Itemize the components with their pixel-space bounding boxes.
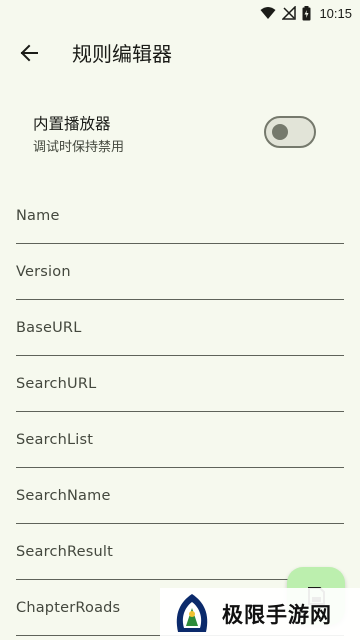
status-bar: 10:15 [0,0,360,26]
setting-title: 内置播放器 [33,115,111,133]
watermark: 极限手游网 [160,588,360,640]
status-time: 10:15 [319,5,352,21]
arrow-back-icon [20,44,38,62]
field-label: SearchResult [16,544,114,560]
field-label: Version [16,264,71,280]
page-title: 规则编辑器 [72,42,172,66]
searchlist-field[interactable]: SearchList [16,412,344,468]
searchname-field[interactable]: SearchName [16,468,344,524]
switch-thumb [272,124,288,140]
watermark-logo-icon [176,594,208,632]
field-label: Name [16,208,60,224]
watermark-text: 极限手游网 [222,603,332,627]
field-label: BaseURL [16,320,82,336]
builtin-player-setting[interactable]: 内置播放器 调试时保持禁用 [0,104,360,164]
baseurl-field[interactable]: BaseURL [16,300,344,356]
version-field[interactable]: Version [16,244,344,300]
setting-subtitle: 调试时保持禁用 [33,140,125,155]
field-label: SearchName [16,488,111,504]
name-field[interactable]: Name [16,188,344,244]
battery-charging-icon [302,5,311,20]
screen: 10:15 规则编辑器 内置播放器 调试时保持禁用 Name Version B… [0,0,360,640]
no-signal-icon [282,6,297,20]
field-label: ChapterRoads [16,600,121,616]
wifi-icon [260,7,276,19]
status-icons: 10:15 [260,4,352,22]
back-button[interactable] [12,36,46,70]
searchurl-field[interactable]: SearchURL [16,356,344,412]
field-label: SearchList [16,432,94,448]
builtin-player-switch[interactable] [264,116,316,148]
field-label: SearchURL [16,376,97,392]
top-app-bar: 规则编辑器 [0,26,360,82]
